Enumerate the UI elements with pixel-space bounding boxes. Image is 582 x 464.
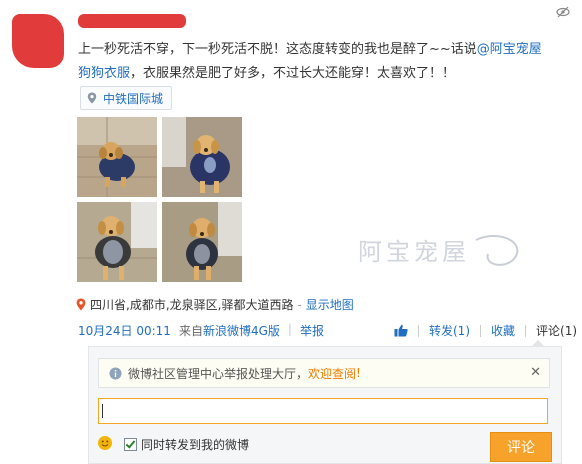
comment-input[interactable]: [98, 398, 548, 424]
action-divider: [480, 324, 481, 337]
user-name-redacted[interactable]: [78, 14, 186, 28]
post-source[interactable]: 新浪微博4G版: [203, 322, 280, 339]
photo-dog-1[interactable]: [77, 117, 157, 197]
geo-separator: -: [297, 297, 302, 312]
photo-dog-2[interactable]: [162, 117, 242, 197]
report-notice: 微博社区管理中心举报处理大厅， 欢迎查阅! ✕: [98, 358, 550, 388]
notice-link[interactable]: 欢迎查阅: [308, 365, 356, 382]
eye-slash-icon[interactable]: [556, 6, 570, 18]
post-text-part1: 上一秒死活不穿，下一秒死活不脱！这态度转变的我也是醉了~~话说: [78, 42, 477, 57]
geo-location: 四川省,成都市,龙泉驿区,驿都大道西路 - 显示地图: [76, 296, 354, 313]
close-icon[interactable]: ✕: [530, 365, 541, 380]
forward-checkbox[interactable]: [124, 438, 137, 451]
notice-suffix: !: [356, 366, 361, 380]
location-tag[interactable]: 中铁国际城: [80, 86, 173, 110]
forward-option[interactable]: 同时转发到我的微博: [124, 436, 249, 453]
text-caret: [102, 404, 103, 418]
watermark-text: 阿宝宠屋: [358, 238, 470, 266]
mention-link[interactable]: @阿宝宠屋: [477, 42, 542, 57]
action-divider: [525, 324, 527, 337]
submit-comment-button[interactable]: 评论: [490, 432, 552, 462]
photo-dog-3[interactable]: [77, 202, 157, 282]
photo-dog-4[interactable]: [162, 202, 242, 282]
avatar[interactable]: [12, 14, 64, 68]
post-text-part2: ，衣服果然是肥了好多，不过长大还能穿！太喜欢了！！: [130, 66, 456, 81]
location-pin-icon: [87, 92, 97, 104]
action-divider: [418, 324, 419, 337]
repost-button[interactable]: 转发(1): [429, 322, 470, 339]
report-link[interactable]: 举报: [300, 322, 324, 339]
post-meta: 10月24日 00:11 来自 新浪微博4G版 | 举报: [78, 322, 324, 339]
map-pin-icon: [76, 298, 86, 311]
meta-divider: |: [287, 322, 292, 336]
emoji-icon[interactable]: [98, 436, 112, 450]
forward-label: 同时转发到我的微博: [141, 438, 250, 452]
post-actions: 转发(1) 收藏 评论(1): [394, 322, 577, 339]
post-text: 上一秒死活不穿，下一秒死活不脱！这态度转变的我也是醉了~~话说@阿宝宠屋 狗狗衣…: [78, 38, 572, 86]
notice-text: 微博社区管理中心举报处理大厅，: [128, 366, 309, 381]
mention-link-cont[interactable]: 狗狗衣服: [78, 66, 130, 81]
info-icon: [109, 367, 122, 379]
post-time[interactable]: 10月24日 00:11: [78, 322, 171, 339]
location-tag-label: 中铁国际城: [103, 91, 164, 106]
watermark-logo: 阿宝宠屋: [358, 235, 519, 266]
geo-address: 四川省,成都市,龙泉驿区,驿都大道西路: [90, 298, 294, 312]
favorite-button[interactable]: 收藏: [491, 322, 515, 339]
show-map-link[interactable]: 显示地图: [306, 296, 354, 313]
comment-button[interactable]: 评论(1): [536, 322, 577, 339]
thumbs-up-icon[interactable]: [394, 324, 408, 337]
source-prefix: 来自: [178, 324, 203, 338]
